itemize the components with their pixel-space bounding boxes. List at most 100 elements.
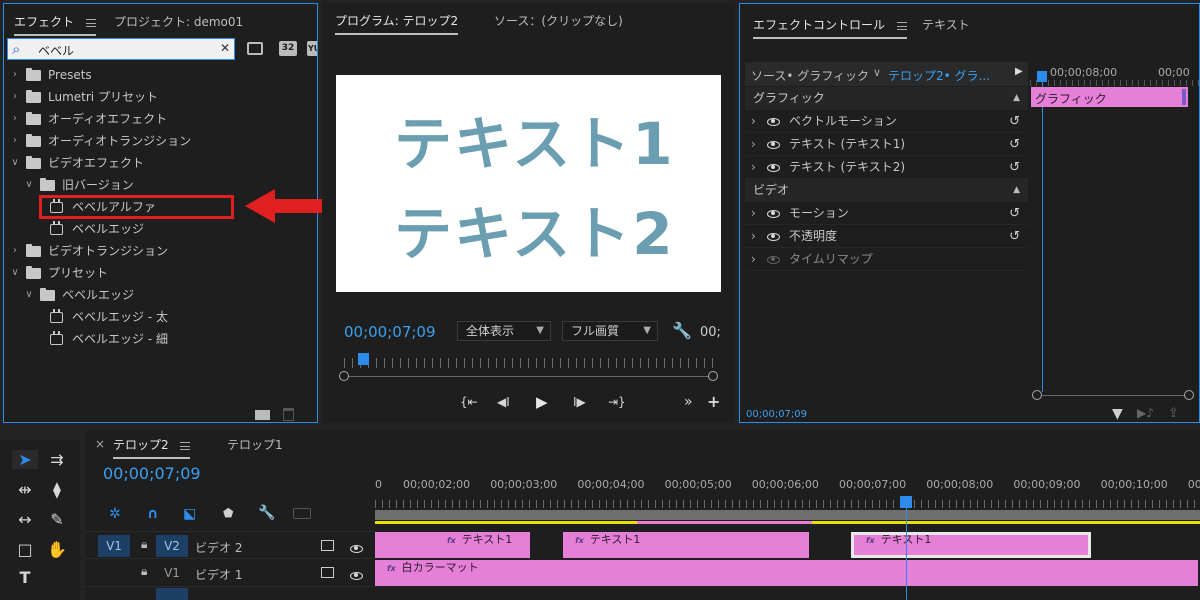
eye-icon[interactable]: [767, 210, 780, 218]
ec-effect-row[interactable]: › ベクトルモーション ↺: [745, 110, 1028, 133]
eye-icon[interactable]: [767, 141, 780, 149]
eye-icon[interactable]: [350, 572, 363, 580]
chevron-down-icon[interactable]: ∨: [24, 174, 34, 196]
source-patch-v1[interactable]: V1: [98, 535, 130, 557]
search-input[interactable]: ベベル: [38, 42, 74, 59]
chevron-down-icon[interactable]: ∨: [24, 284, 34, 306]
chevron-right-icon[interactable]: ›: [751, 110, 756, 133]
ec-section-header[interactable]: ビデオ ▲: [745, 179, 1028, 202]
chevron-right-icon[interactable]: ›: [10, 240, 20, 262]
nest-icon[interactable]: ✲: [109, 506, 121, 522]
chevron-right-icon[interactable]: ›: [751, 156, 756, 179]
quality-select[interactable]: フル画質 ▼: [562, 321, 658, 341]
timeline-clip[interactable]: fx テキスト1: [563, 532, 809, 558]
snap-icon[interactable]: ∩: [147, 506, 158, 522]
lock-icon[interactable]: 🔒︎: [141, 537, 147, 552]
timeline-clip[interactable]: fx テキスト1: [375, 532, 530, 558]
tab-effects[interactable]: エフェクト: [14, 13, 96, 36]
play-button[interactable]: ▶: [536, 393, 548, 411]
program-scrub-ruler[interactable]: [344, 358, 714, 368]
play-only-icon[interactable]: ▶: [1015, 66, 1023, 77]
tree-item[interactable]: › オーディオエフェクト: [4, 108, 317, 130]
timeline-clip[interactable]: fx 白カラーマット: [375, 560, 1198, 586]
tree-item[interactable]: ∨ ベベルエッジ: [4, 284, 317, 306]
rectangle-tool-icon[interactable]: □: [12, 540, 38, 559]
more-controls-button[interactable]: »: [684, 394, 693, 410]
timeline-settings-icon[interactable]: 🔧: [258, 505, 275, 521]
ec-scroll-track[interactable]: [1037, 395, 1187, 396]
track-select-tool-icon[interactable]: ⇉: [44, 450, 70, 469]
program-timecode[interactable]: 00;00;07;09: [344, 323, 436, 341]
chevron-right-icon[interactable]: ›: [10, 86, 20, 108]
graphic-bar-end-handle[interactable]: [1182, 89, 1186, 105]
tab-sequence-active[interactable]: テロップ2: [113, 436, 191, 459]
ec-scroll-handle-right[interactable]: [1184, 390, 1194, 400]
step-forward-button[interactable]: I▶: [573, 395, 586, 409]
ec-effect-row[interactable]: › モーション ↺: [745, 202, 1028, 225]
slip-tool-icon[interactable]: ↔: [12, 510, 38, 529]
zoom-select[interactable]: 全体表示 ▼: [457, 321, 551, 341]
tab-project[interactable]: プロジェクト: demo01: [114, 13, 243, 30]
reset-icon[interactable]: ↺: [1009, 133, 1020, 156]
source-label[interactable]: ソース• グラフィック: [751, 67, 869, 84]
timeline-area[interactable]: 0 00;00;02;00 00;00;03;00 00;00;04;00 00;00;…: [375, 470, 1200, 600]
tree-item[interactable]: › Presets: [4, 64, 317, 86]
badge-32-icon[interactable]: 32: [279, 41, 297, 56]
track-id-v2[interactable]: V2: [156, 535, 188, 557]
new-bin-icon[interactable]: [255, 410, 270, 420]
program-playhead[interactable]: [357, 353, 369, 365]
sync-lock-icon[interactable]: [321, 540, 334, 551]
sync-lock-icon[interactable]: [321, 567, 334, 578]
tree-item[interactable]: › オーディオトランジション: [4, 130, 317, 152]
ec-section-header[interactable]: グラフィック ▲: [745, 87, 1028, 110]
tree-item[interactable]: › ビデオトランジション: [4, 240, 317, 262]
clip-label[interactable]: テロップ2• グラ...: [888, 67, 990, 84]
reset-icon[interactable]: ↺: [1009, 202, 1020, 225]
panel-menu-icon[interactable]: [180, 441, 191, 450]
go-to-out-button[interactable]: ⇥}: [608, 395, 626, 409]
chevron-down-icon[interactable]: ∨: [10, 262, 20, 284]
go-to-in-button[interactable]: {⇤: [460, 395, 478, 409]
tree-item[interactable]: › Lumetri プリセット: [4, 86, 317, 108]
tree-item[interactable]: ∨ ビデオエフェクト: [4, 152, 317, 174]
chevron-down-icon[interactable]: ∨: [10, 152, 20, 174]
ec-effect-row[interactable]: › テキスト (テキスト2) ↺: [745, 156, 1028, 179]
export-icon[interactable]: ⇪: [1168, 406, 1179, 421]
eye-icon[interactable]: [767, 118, 780, 126]
ripple-edit-tool-icon[interactable]: ⇹: [12, 480, 38, 499]
graphic-bar[interactable]: グラフィック: [1031, 87, 1188, 107]
eye-icon[interactable]: [767, 164, 780, 172]
add-marker-icon[interactable]: ⬟: [223, 506, 233, 520]
tree-item[interactable]: ベベルエッジ - 太: [4, 306, 317, 328]
chevron-right-icon[interactable]: ›: [10, 130, 20, 152]
chevron-right-icon[interactable]: ›: [751, 202, 756, 225]
timeline-timecode[interactable]: 00;00;07;09: [103, 464, 201, 483]
track-id-v1[interactable]: V1: [156, 562, 188, 584]
chevron-right-icon[interactable]: ›: [10, 108, 20, 130]
eye-icon[interactable]: [767, 256, 780, 264]
ec-scroll-handle-left[interactable]: [1032, 390, 1042, 400]
tree-item[interactable]: ∨ プリセット: [4, 262, 317, 284]
panel-menu-icon[interactable]: [85, 18, 96, 27]
tab-sequence-other[interactable]: テロップ1: [227, 436, 283, 453]
linked-selection-icon[interactable]: ⬕: [183, 506, 196, 522]
tab-text[interactable]: テキスト: [922, 16, 970, 33]
clear-search-icon[interactable]: ✕: [220, 41, 230, 55]
eye-icon[interactable]: [767, 233, 780, 241]
chevron-right-icon[interactable]: ›: [751, 248, 756, 271]
accelerated-effects-icon[interactable]: [247, 42, 263, 55]
wrench-icon[interactable]: 🔧: [672, 321, 692, 340]
eye-icon[interactable]: [350, 545, 363, 553]
step-back-button[interactable]: ◀I: [497, 395, 510, 409]
razor-tool-icon[interactable]: ⧫: [44, 480, 70, 499]
captions-icon[interactable]: [293, 508, 311, 519]
zoom-handle-right[interactable]: [708, 371, 718, 381]
timeline-ruler[interactable]: 0 00;00;02;00 00;00;03;00 00;00;04;00 00;00;…: [375, 470, 1200, 510]
add-button-icon[interactable]: +: [707, 392, 720, 411]
hand-tool-icon[interactable]: ✋: [44, 540, 70, 559]
chevron-down-icon[interactable]: ∨: [873, 66, 881, 79]
ec-playhead-marker[interactable]: [1037, 71, 1047, 82]
reset-icon[interactable]: ↺: [1009, 225, 1020, 248]
tab-source[interactable]: ソース：(クリップなし): [494, 12, 623, 29]
badge-yuv-icon[interactable]: YUV: [307, 41, 317, 56]
